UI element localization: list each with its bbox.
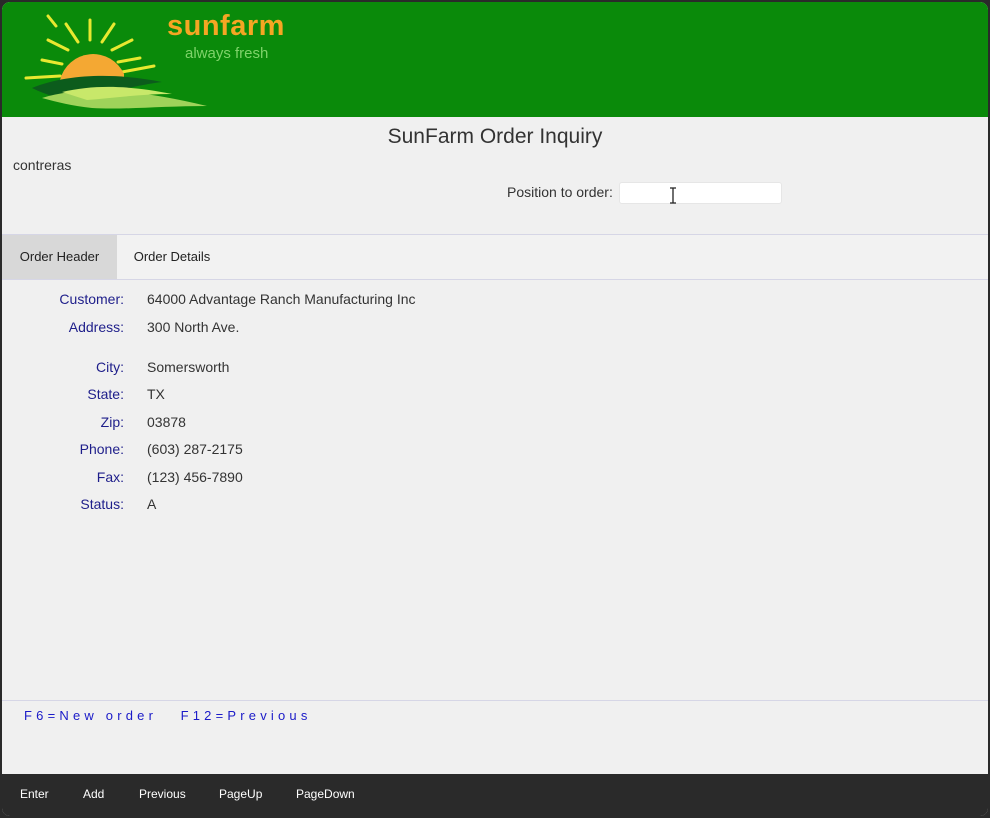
phone-value: (603) 287-2175 [147,441,243,457]
enter-button[interactable]: Enter [20,774,49,814]
add-button[interactable]: Add [83,774,104,814]
position-to-order-input[interactable] [619,182,782,204]
position-to-order-label: Position to order: [507,184,613,200]
zip-value: 03878 [147,414,186,430]
function-key-row: F6=New order F12=Previous [24,708,312,723]
fax-label: Fax: [96,469,124,485]
state-label: State: [87,386,124,402]
previous-button[interactable]: Previous [139,774,186,814]
address-label: Address: [68,319,124,335]
city-label: City: [96,359,124,375]
pageup-button[interactable]: PageUp [219,774,262,814]
brand-name: sunfarm [167,10,285,42]
fax-value: (123) 456-7890 [147,469,243,485]
tab-bar: Order Header Order Details [2,234,988,280]
phone-label: Phone: [79,441,124,457]
f6-new-order-key[interactable]: F6=New order [24,708,157,723]
tab-order-details[interactable]: Order Details [117,235,227,279]
pagedown-button[interactable]: PageDown [296,774,355,814]
text-cursor-icon [670,187,676,204]
user-name: contreras [13,157,72,173]
tab-order-header[interactable]: Order Header [2,235,117,279]
zip-label: Zip: [100,414,124,430]
address-value: 300 North Ave. [147,319,240,335]
status-label: Status: [80,496,124,512]
function-key-divider [2,700,988,701]
command-bar: Enter Add Previous PageUp PageDown [2,774,988,816]
header-banner: sunfarm always fresh [2,2,988,117]
brand-tagline: always fresh [185,45,269,62]
page-title: SunFarm Order Inquiry [387,125,603,148]
customer-label: Customer: [59,291,124,307]
customer-value: 64000 Advantage Ranch Manufacturing Inc [147,291,416,307]
city-value: Somersworth [147,359,230,375]
status-value: A [147,496,157,512]
f12-previous-key[interactable]: F12=Previous [181,708,312,723]
app-window: sunfarm always fresh SunFarm Order Inqui… [2,2,988,816]
state-value: TX [147,386,165,402]
